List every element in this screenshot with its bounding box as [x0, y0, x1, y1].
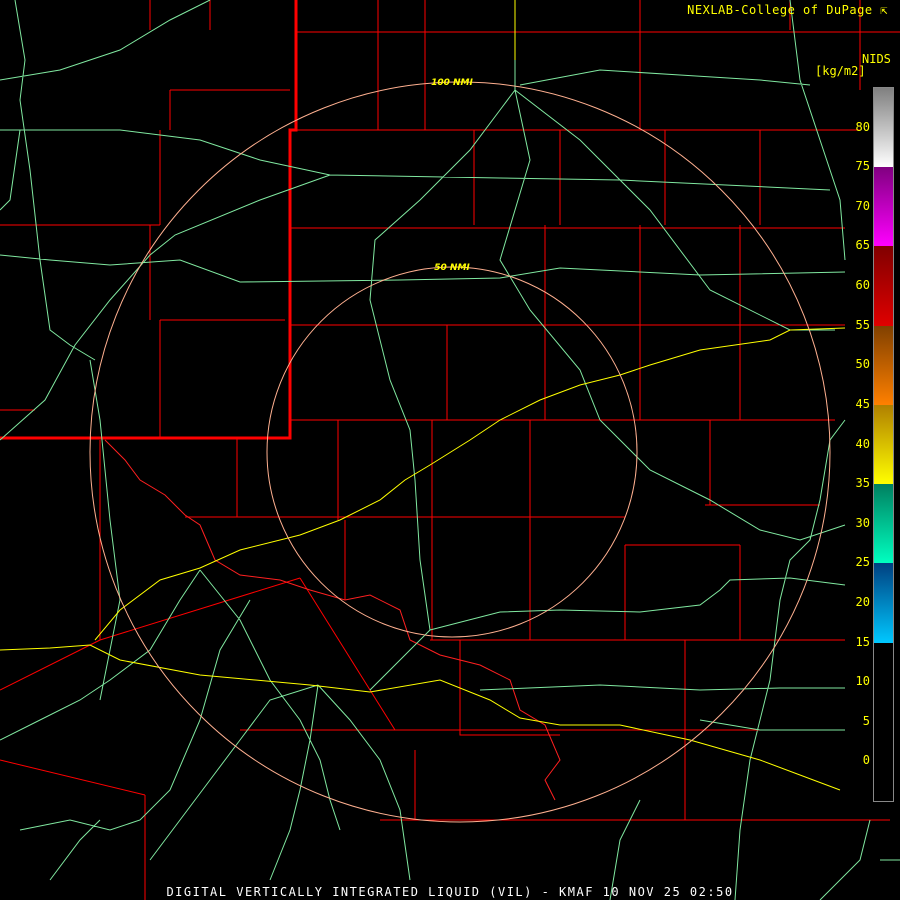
state-border [0, 0, 298, 440]
color-scale-tick-label: 80 [855, 119, 870, 134]
range-ring-50nmi [266, 266, 638, 638]
color-scale-tick-label: 10 [855, 674, 870, 689]
color-scale-segment [874, 484, 893, 564]
color-scale-tick-label: 15 [855, 634, 870, 649]
color-scale-tick-label: 45 [855, 396, 870, 411]
color-scale-tick-label: 60 [855, 278, 870, 293]
credit-label: NEXLAB-College of DuPage ⇱ [687, 3, 888, 17]
color-scale-tick-label: 0 [862, 753, 870, 768]
color-scale-segment [874, 563, 893, 643]
color-scale-segment [874, 167, 893, 247]
product-source-label: NIDS [862, 52, 891, 66]
color-scale-segment [874, 246, 893, 326]
ring-label-50nmi: 50 NMI [434, 263, 470, 273]
rio-grande [104, 439, 561, 801]
roads [0, 0, 900, 900]
color-scale-tick-label: 25 [855, 555, 870, 570]
color-scale-tick-label: 5 [862, 713, 870, 728]
units-label: [kg/m2] [815, 64, 866, 78]
color-scale-tick-label: 70 [855, 198, 870, 213]
pecos-river [0, 0, 846, 791]
color-scale-tick-label: 75 [855, 159, 870, 174]
color-scale-tick-label: 50 [855, 357, 870, 372]
color-scale-tick-label: 55 [855, 317, 870, 332]
color-scale-tick-label: 65 [855, 238, 870, 253]
color-scale-segment [874, 404, 893, 485]
color-scale-tick-label: 40 [855, 436, 870, 451]
county-lines [0, 0, 900, 900]
color-scale-tick-label: 35 [855, 476, 870, 491]
color-scale-tick-label: 30 [855, 515, 870, 530]
color-scale-segment [874, 88, 893, 168]
color-scale-segment [874, 325, 893, 405]
radar-map-view: 100 NMI 50 NMI NEXLAB-College of DuPage … [0, 0, 900, 900]
ring-label-100nmi: 100 NMI [431, 78, 473, 88]
product-caption: DIGITAL VERTICALLY INTEGRATED LIQUID (VI… [166, 885, 734, 899]
color-scale-bar [873, 87, 894, 802]
color-scale-tick-label: 20 [855, 594, 870, 609]
basemap: 100 NMI 50 NMI [0, 0, 900, 900]
